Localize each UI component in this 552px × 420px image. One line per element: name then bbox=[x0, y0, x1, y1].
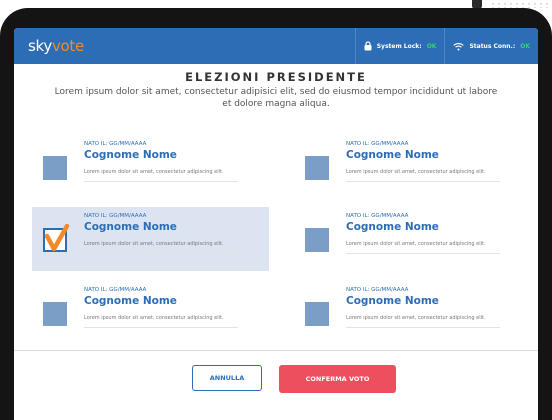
screen: skyvote System Lock: OK Status Conn.: OK E… bbox=[14, 28, 538, 420]
candidate-description: Lorem ipsum dolor sit amet, consectetur … bbox=[84, 315, 224, 321]
divider bbox=[84, 181, 238, 182]
vote-checkbox-checked[interactable] bbox=[43, 223, 70, 252]
divider bbox=[346, 181, 500, 182]
top-bar: skyvote System Lock: OK Status Conn.: OK bbox=[14, 28, 538, 64]
candidate-card[interactable]: NATO IL: GG/MM/AAAA Cognome Nome Lorem i… bbox=[294, 281, 531, 345]
divider bbox=[346, 327, 500, 328]
checkmark-icon bbox=[44, 223, 70, 256]
confirm-vote-button[interactable]: CONFERMA VOTO bbox=[279, 365, 396, 393]
connection-status: Status Conn.: OK bbox=[444, 28, 538, 64]
candidate-name: Cognome Nome bbox=[84, 221, 177, 233]
candidate-birthdate: NATO IL: GG/MM/AAAA bbox=[346, 213, 409, 219]
candidate-birthdate: NATO IL: GG/MM/AAAA bbox=[84, 141, 147, 147]
vote-checkbox[interactable] bbox=[43, 302, 67, 326]
vote-checkbox[interactable] bbox=[305, 156, 329, 180]
divider bbox=[84, 253, 238, 254]
cancel-button[interactable]: ANNULLA bbox=[192, 365, 262, 391]
candidate-name: Cognome Nome bbox=[346, 221, 439, 233]
candidate-description: Lorem ipsum dolor sit amet, consectetur … bbox=[346, 241, 486, 247]
system-lock-status: System Lock: OK bbox=[354, 28, 445, 64]
vote-checkbox[interactable] bbox=[305, 228, 329, 252]
candidate-description: Lorem ipsum dolor sit amet, consectetur … bbox=[84, 241, 224, 247]
candidate-card[interactable]: NATO IL: GG/MM/AAAA Cognome Nome Lorem i… bbox=[294, 207, 531, 271]
page-title: ELEZIONI PRESIDENTE bbox=[185, 70, 367, 84]
connection-value: OK bbox=[520, 42, 530, 50]
tablet-frame: skyvote System Lock: OK Status Conn.: OK E… bbox=[0, 8, 552, 420]
logo-vote-text: vote bbox=[51, 37, 84, 55]
candidate-name: Cognome Nome bbox=[84, 295, 177, 307]
system-lock-label: System Lock: bbox=[376, 42, 422, 50]
page-subtitle: Lorem ipsum dolor sit amet, consectetur … bbox=[54, 87, 498, 109]
candidate-birthdate: NATO IL: GG/MM/AAAA bbox=[84, 213, 147, 219]
connection-label: Status Conn.: bbox=[469, 42, 516, 50]
lock-icon bbox=[364, 41, 372, 51]
candidate-card[interactable]: NATO IL: GG/MM/AAAA Cognome Nome Lorem i… bbox=[32, 281, 269, 345]
candidate-description: Lorem ipsum dolor sit amet, consectetur … bbox=[346, 169, 486, 175]
logo-sky-text: sky bbox=[28, 37, 52, 55]
candidate-description: Lorem ipsum dolor sit amet, consectetur … bbox=[346, 315, 486, 321]
candidate-card[interactable]: NATO IL: GG/MM/AAAA Cognome Nome Lorem i… bbox=[294, 135, 531, 199]
divider bbox=[84, 327, 238, 328]
candidate-birthdate: NATO IL: GG/MM/AAAA bbox=[346, 141, 409, 147]
status-area: System Lock: OK Status Conn.: OK bbox=[354, 28, 538, 64]
vote-checkbox[interactable] bbox=[305, 302, 329, 326]
candidate-card[interactable]: NATO IL: GG/MM/AAAA Cognome Nome Lorem i… bbox=[32, 135, 269, 199]
candidate-card-selected[interactable]: NATO IL: GG/MM/AAAA Cognome Nome Lorem i… bbox=[32, 207, 269, 271]
candidate-grid: NATO IL: GG/MM/AAAA Cognome Nome Lorem i… bbox=[14, 121, 538, 350]
system-lock-value: OK bbox=[426, 42, 437, 50]
candidate-birthdate: NATO IL: GG/MM/AAAA bbox=[346, 287, 409, 293]
vote-checkbox[interactable] bbox=[43, 156, 67, 180]
divider bbox=[346, 253, 500, 254]
candidate-description: Lorem ipsum dolor sit amet, consectetur … bbox=[84, 169, 224, 175]
wifi-icon bbox=[453, 42, 465, 51]
candidate-birthdate: NATO IL: GG/MM/AAAA bbox=[84, 287, 147, 293]
app-logo: skyvote bbox=[14, 37, 84, 55]
footer-divider bbox=[14, 350, 538, 351]
candidate-name: Cognome Nome bbox=[346, 295, 439, 307]
candidate-name: Cognome Nome bbox=[84, 149, 177, 161]
ballot-header: ELEZIONI PRESIDENTE Lorem ipsum dolor si… bbox=[14, 64, 538, 112]
candidate-name: Cognome Nome bbox=[346, 149, 439, 161]
